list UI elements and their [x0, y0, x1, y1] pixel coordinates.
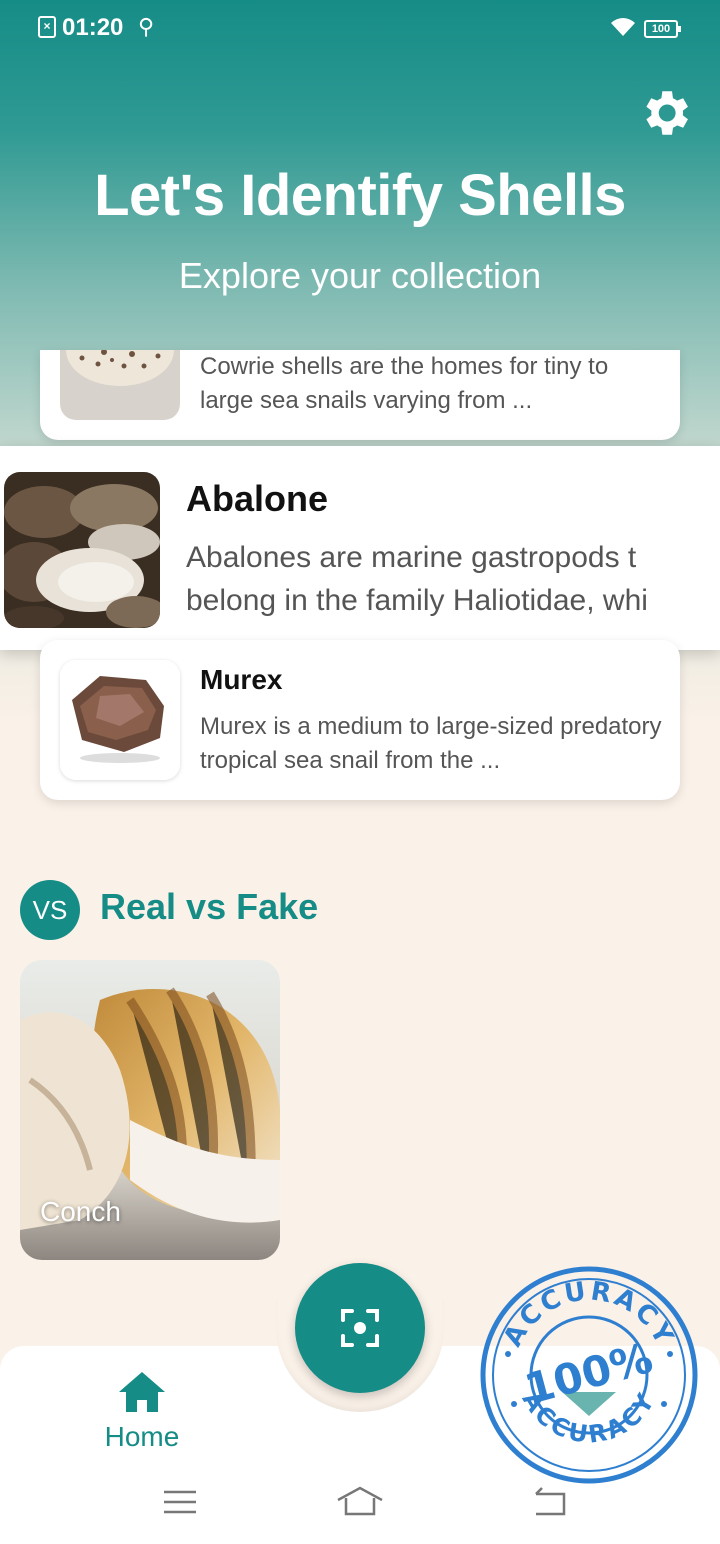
battery-level: 100 — [651, 23, 671, 35]
section-title-real-vs-fake: Real vs Fake — [100, 886, 319, 927]
shell-description-line: Abalones are marine gastropods t — [186, 541, 637, 574]
status-bar: × 01:20 ⚲ 100 — [0, 0, 720, 56]
shell-card-murex[interactable]: Murex Murex is a medium to large-sized p… — [40, 640, 680, 800]
nav-home-icon[interactable] — [336, 1484, 384, 1520]
shell-description: Murex is a medium to large-sized predato… — [200, 713, 662, 774]
status-time: 01:20 — [62, 14, 124, 41]
nav-tab-home[interactable]: Home — [96, 1370, 188, 1452]
vs-badge: VS — [20, 880, 80, 940]
shell-description-line: belong in the family Haliotidae, whi — [186, 584, 648, 617]
conch-card[interactable]: Conch — [20, 960, 280, 1260]
conch-label: Conch — [40, 1196, 121, 1227]
cowrie-image — [60, 350, 180, 420]
page-title: Let's Identify Shells — [94, 163, 626, 228]
shell-card-abalone[interactable]: Abalone Abalones are marine gastropods t… — [0, 446, 720, 650]
abalone-image — [4, 472, 160, 628]
shell-description: Cowrie shells are the homes for tiny to … — [200, 353, 609, 414]
page-subtitle: Explore your collection — [178, 255, 542, 296]
shell-description: Abalones are marine gastropods t belong … — [186, 536, 720, 622]
back-icon[interactable] — [530, 1484, 568, 1520]
shell-name: Abalone — [186, 478, 329, 519]
shell-name: Murex — [200, 664, 283, 695]
wifi-icon — [611, 18, 635, 36]
murex-image — [60, 660, 180, 780]
menu-icon[interactable] — [162, 1484, 198, 1520]
gear-icon[interactable] — [636, 84, 694, 142]
scan-icon — [341, 1309, 379, 1347]
accuracy-stamp: ACCURACY 100% ACCURACY — [480, 1266, 698, 1484]
home-icon — [119, 1372, 165, 1412]
usb-icon: ⚲ — [138, 14, 155, 39]
scan-button[interactable] — [295, 1263, 425, 1393]
nav-tab-home-label: Home — [104, 1421, 180, 1452]
battery-icon: 100 — [644, 20, 681, 38]
shell-card-cowrie[interactable]: Cowrie shells are the homes for tiny to … — [40, 350, 680, 440]
sim-icon: × — [38, 16, 56, 38]
